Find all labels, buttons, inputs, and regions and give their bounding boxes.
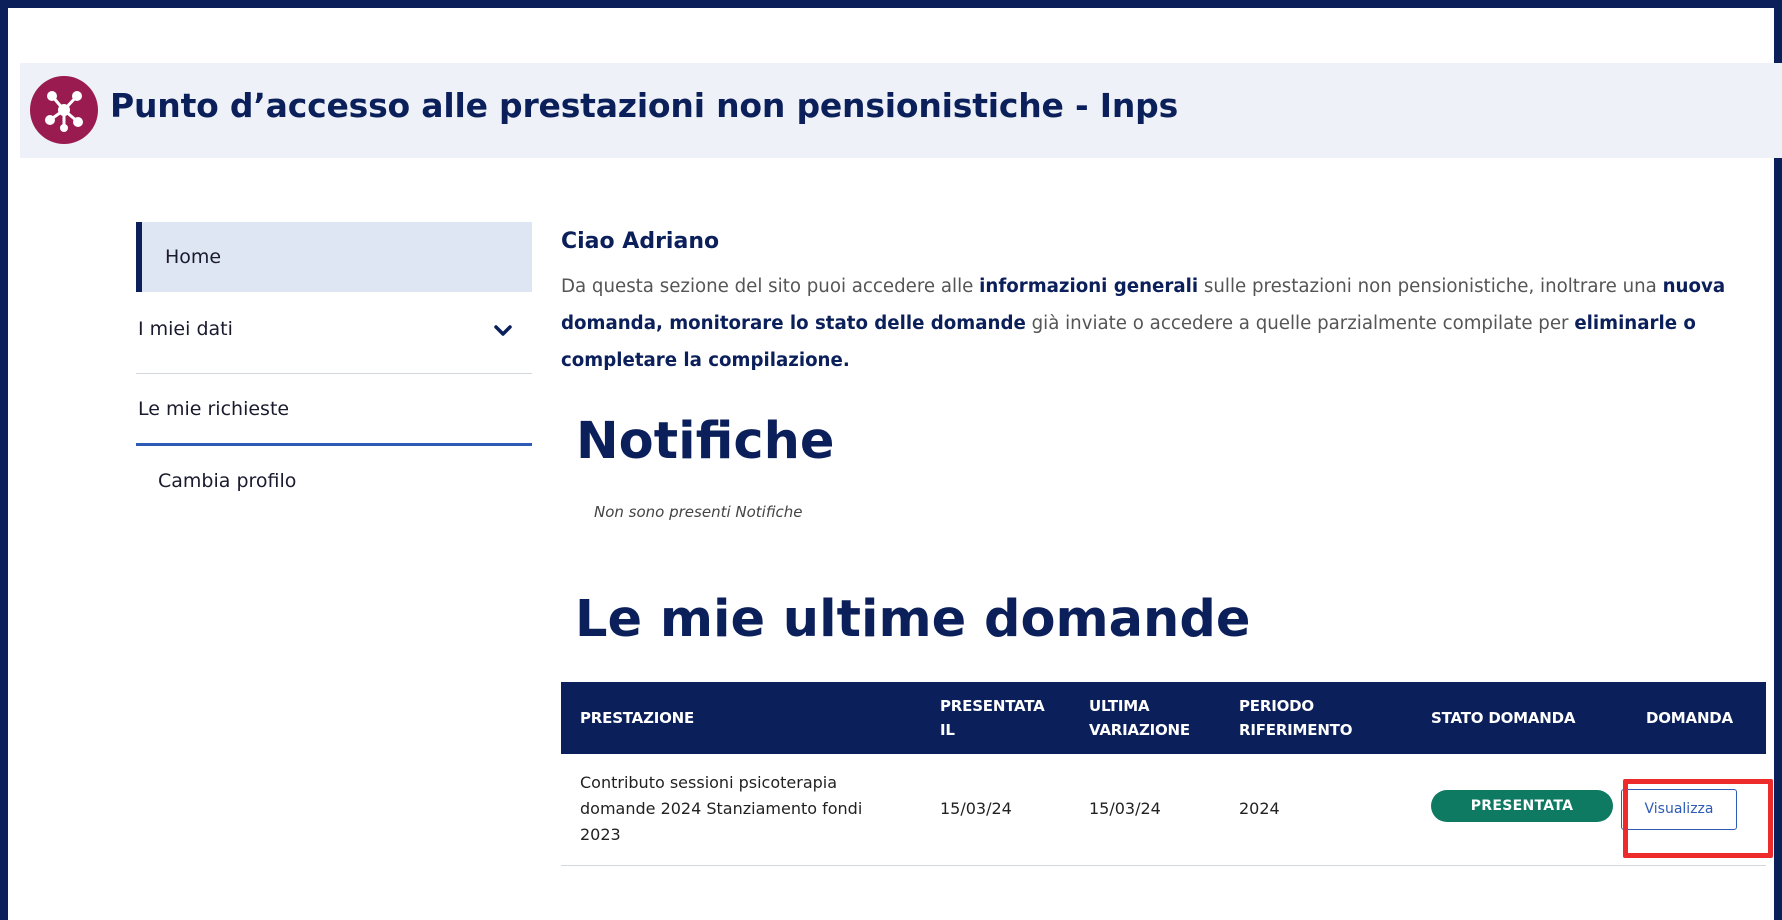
sidebar-item-label: Le mie richieste — [138, 398, 290, 420]
column-header-ultima-variazione: ULTIMA VARIAZIONE — [1089, 697, 1190, 739]
cell-presentata-il: 15/03/24 — [940, 799, 1012, 818]
column-header-stato-domanda: STATO DOMANDA — [1431, 709, 1576, 727]
intro-text: Da questa sezione del sito puoi accedere… — [561, 268, 1761, 379]
cell-ultima-variazione: 15/03/24 — [1089, 799, 1161, 818]
intro-text-part: Da questa sezione del sito puoi accedere… — [561, 276, 980, 297]
requests-heading: Le mie ultime domande — [575, 590, 1251, 649]
greeting: Ciao Adriano — [561, 229, 720, 254]
sidebar-nav: Home I miei dati Le mie richieste Cambia… — [136, 222, 532, 516]
network-hub-icon — [30, 76, 98, 144]
notifications-empty-text: Non sono presenti Notifiche — [594, 503, 803, 521]
status-badge: PRESENTATA — [1431, 790, 1613, 822]
sidebar-item-cambia-profilo[interactable]: Cambia profilo — [136, 446, 532, 516]
table-header: PRESTAZIONE PRESENTATA IL ULTIMA VARIAZI… — [561, 682, 1766, 754]
highlight-box — [1623, 779, 1773, 858]
requests-table: PRESTAZIONE PRESENTATA IL ULTIMA VARIAZI… — [561, 682, 1766, 866]
column-header-prestazione: PRESTAZIONE — [580, 709, 695, 727]
column-header-domanda: DOMANDA — [1646, 709, 1733, 727]
sidebar-item-label: I miei dati — [138, 318, 233, 340]
cell-periodo-riferimento: 2024 — [1239, 799, 1280, 818]
sidebar-item-label: Home — [165, 246, 222, 268]
notifications-heading: Notifiche — [576, 412, 835, 471]
app-title: Punto d’accesso alle prestazioni non pen… — [110, 86, 1179, 125]
intro-text-part: già inviate o accedere a quelle parzialm… — [1025, 313, 1575, 334]
sidebar-item-home[interactable]: Home — [136, 222, 532, 292]
sidebar-item-i-miei-dati[interactable]: I miei dati — [136, 296, 532, 374]
cell-prestazione: Contributo sessioni psicoterapia domande… — [580, 773, 863, 844]
sidebar-item-label: Cambia profilo — [158, 470, 297, 492]
table-row: Contributo sessioni psicoterapia domande… — [561, 754, 1766, 866]
column-header-presentata-il: PRESENTATA IL — [940, 697, 1045, 739]
sidebar-item-le-mie-richieste[interactable]: Le mie richieste — [136, 374, 532, 446]
column-header-periodo-riferimento: PERIODO RIFERIMENTO — [1239, 697, 1353, 739]
chevron-down-icon[interactable] — [492, 320, 514, 342]
intro-text-part: sulle prestazioni non pensionistiche, in… — [1198, 276, 1663, 297]
intro-text-bold: informazioni generali — [979, 276, 1199, 297]
